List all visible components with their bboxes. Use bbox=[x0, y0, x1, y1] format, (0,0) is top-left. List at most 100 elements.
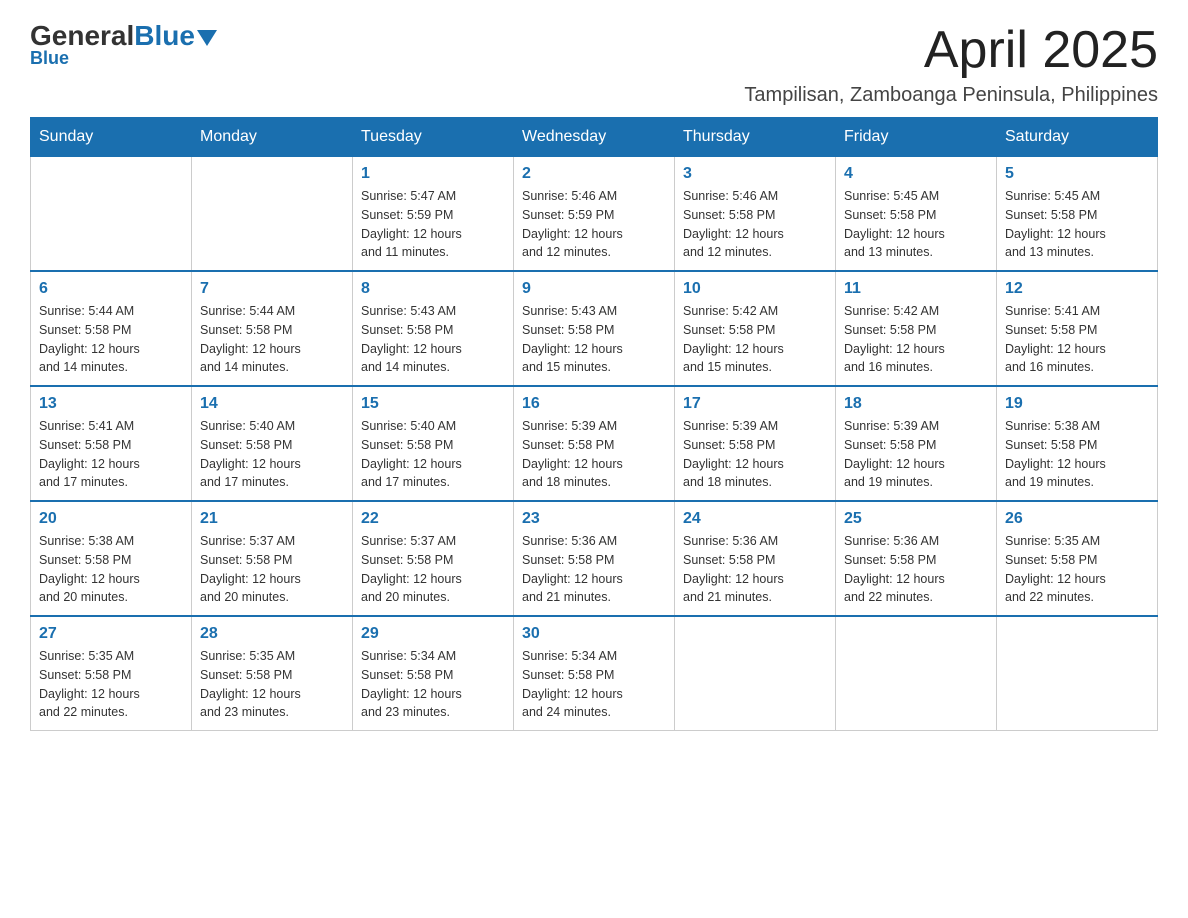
day-number: 21 bbox=[200, 510, 344, 528]
day-info: Sunrise: 5:43 AM Sunset: 5:58 PM Dayligh… bbox=[361, 302, 505, 377]
logo: General Blue Blue bbox=[30, 20, 217, 69]
calendar-week-row: 1 Sunrise: 5:47 AM Sunset: 5:59 PM Daylig… bbox=[31, 157, 1158, 272]
page-header: General Blue Blue April 2025 Tampilisan,… bbox=[30, 20, 1158, 107]
day-number: 7 bbox=[200, 280, 344, 298]
calendar-cell: 14 Sunrise: 5:40 AM Sunset: 5:58 PM Dayli… bbox=[192, 386, 353, 501]
day-info: Sunrise: 5:39 AM Sunset: 5:58 PM Dayligh… bbox=[522, 417, 666, 492]
calendar-cell: 2 Sunrise: 5:46 AM Sunset: 5:59 PM Daylig… bbox=[514, 157, 675, 272]
day-info: Sunrise: 5:35 AM Sunset: 5:58 PM Dayligh… bbox=[200, 647, 344, 722]
calendar-cell: 21 Sunrise: 5:37 AM Sunset: 5:58 PM Dayli… bbox=[192, 501, 353, 616]
calendar-cell: 5 Sunrise: 5:45 AM Sunset: 5:58 PM Daylig… bbox=[997, 157, 1158, 272]
day-info: Sunrise: 5:44 AM Sunset: 5:58 PM Dayligh… bbox=[200, 302, 344, 377]
calendar-cell: 13 Sunrise: 5:41 AM Sunset: 5:58 PM Dayli… bbox=[31, 386, 192, 501]
calendar-cell bbox=[31, 157, 192, 272]
calendar-cell bbox=[997, 616, 1158, 731]
calendar-cell bbox=[192, 157, 353, 272]
calendar-week-row: 20Sunrise: 5:38 AM Sunset: 5:58 PM Dayli… bbox=[31, 501, 1158, 616]
day-info: Sunrise: 5:43 AM Sunset: 5:58 PM Dayligh… bbox=[522, 302, 666, 377]
logo-underline: Blue bbox=[30, 48, 69, 69]
day-number: 16 bbox=[522, 395, 666, 413]
calendar-week-row: 13 Sunrise: 5:41 AM Sunset: 5:58 PM Dayli… bbox=[31, 386, 1158, 501]
calendar-cell: 26 Sunrise: 5:35 AM Sunset: 5:58 PM Dayli… bbox=[997, 501, 1158, 616]
day-info: Sunrise: 5:37 AM Sunset: 5:58 PM Dayligh… bbox=[200, 532, 344, 607]
day-info: Sunrise: 5:42 AM Sunset: 5:58 PM Dayligh… bbox=[683, 302, 827, 377]
day-info: Sunrise: 5:41 AM Sunset: 5:58 PM Dayligh… bbox=[39, 417, 183, 492]
day-info: Sunrise: 5:42 AM Sunset: 5:58 PM Dayligh… bbox=[844, 302, 988, 377]
calendar-cell: 11 Sunrise: 5:42 AM Sunset: 5:58 PM Dayli… bbox=[836, 271, 997, 386]
day-number: 30 bbox=[522, 625, 666, 643]
calendar-cell: 9 Sunrise: 5:43 AM Sunset: 5:58 PM Daylig… bbox=[514, 271, 675, 386]
calendar-cell: 4 Sunrise: 5:45 AM Sunset: 5:58 PM Daylig… bbox=[836, 157, 997, 272]
day-number: 6 bbox=[39, 280, 183, 298]
calendar-cell bbox=[836, 616, 997, 731]
day-number: 18 bbox=[844, 395, 988, 413]
day-number: 27 bbox=[39, 625, 183, 643]
day-info: Sunrise: 5:36 AM Sunset: 5:58 PM Dayligh… bbox=[844, 532, 988, 607]
location-title: Tampilisan, Zamboanga Peninsula, Philipp… bbox=[744, 84, 1158, 107]
logo-blue-text: Blue bbox=[134, 20, 195, 52]
day-info: Sunrise: 5:39 AM Sunset: 5:58 PM Dayligh… bbox=[683, 417, 827, 492]
day-number: 29 bbox=[361, 625, 505, 643]
day-info: Sunrise: 5:34 AM Sunset: 5:58 PM Dayligh… bbox=[522, 647, 666, 722]
day-number: 22 bbox=[361, 510, 505, 528]
calendar-table: SundayMondayTuesdayWednesdayThursdayFrid… bbox=[30, 117, 1158, 731]
day-number: 15 bbox=[361, 395, 505, 413]
title-area: April 2025 Tampilisan, Zamboanga Peninsu… bbox=[744, 20, 1158, 107]
logo-triangle-icon bbox=[197, 30, 217, 46]
day-number: 28 bbox=[200, 625, 344, 643]
calendar-cell: 10 Sunrise: 5:42 AM Sunset: 5:58 PM Dayli… bbox=[675, 271, 836, 386]
day-number: 1 bbox=[361, 165, 505, 183]
calendar-cell: 29 Sunrise: 5:34 AM Sunset: 5:58 PM Dayli… bbox=[353, 616, 514, 731]
day-number: 9 bbox=[522, 280, 666, 298]
day-info: Sunrise: 5:36 AM Sunset: 5:58 PM Dayligh… bbox=[683, 532, 827, 607]
day-number: 8 bbox=[361, 280, 505, 298]
day-number: 10 bbox=[683, 280, 827, 298]
day-number: 5 bbox=[1005, 165, 1149, 183]
month-title: April 2025 bbox=[744, 20, 1158, 80]
day-info: Sunrise: 5:45 AM Sunset: 5:58 PM Dayligh… bbox=[844, 187, 988, 262]
day-number: 23 bbox=[522, 510, 666, 528]
calendar-cell: 24 Sunrise: 5:36 AM Sunset: 5:58 PM Dayli… bbox=[675, 501, 836, 616]
day-info: Sunrise: 5:36 AM Sunset: 5:58 PM Dayligh… bbox=[522, 532, 666, 607]
day-info: Sunrise: 5:46 AM Sunset: 5:59 PM Dayligh… bbox=[522, 187, 666, 262]
calendar-cell: 15Sunrise: 5:40 AM Sunset: 5:58 PM Dayli… bbox=[353, 386, 514, 501]
day-info: Sunrise: 5:38 AM Sunset: 5:58 PM Dayligh… bbox=[39, 532, 183, 607]
day-number: 24 bbox=[683, 510, 827, 528]
calendar-cell: 6 Sunrise: 5:44 AM Sunset: 5:58 PM Daylig… bbox=[31, 271, 192, 386]
day-number: 25 bbox=[844, 510, 988, 528]
calendar-cell: 22Sunrise: 5:37 AM Sunset: 5:58 PM Dayli… bbox=[353, 501, 514, 616]
day-number: 14 bbox=[200, 395, 344, 413]
day-info: Sunrise: 5:46 AM Sunset: 5:58 PM Dayligh… bbox=[683, 187, 827, 262]
calendar-cell: 27 Sunrise: 5:35 AM Sunset: 5:58 PM Dayli… bbox=[31, 616, 192, 731]
day-number: 4 bbox=[844, 165, 988, 183]
calendar-cell: 18 Sunrise: 5:39 AM Sunset: 5:58 PM Dayli… bbox=[836, 386, 997, 501]
calendar-cell: 23 Sunrise: 5:36 AM Sunset: 5:58 PM Dayli… bbox=[514, 501, 675, 616]
day-info: Sunrise: 5:47 AM Sunset: 5:59 PM Dayligh… bbox=[361, 187, 505, 262]
calendar-cell: 25 Sunrise: 5:36 AM Sunset: 5:58 PM Dayli… bbox=[836, 501, 997, 616]
day-info: Sunrise: 5:35 AM Sunset: 5:58 PM Dayligh… bbox=[1005, 532, 1149, 607]
day-number: 2 bbox=[522, 165, 666, 183]
calendar-week-row: 6 Sunrise: 5:44 AM Sunset: 5:58 PM Daylig… bbox=[31, 271, 1158, 386]
day-info: Sunrise: 5:35 AM Sunset: 5:58 PM Dayligh… bbox=[39, 647, 183, 722]
calendar-cell: 30 Sunrise: 5:34 AM Sunset: 5:58 PM Dayli… bbox=[514, 616, 675, 731]
day-number: 12 bbox=[1005, 280, 1149, 298]
calendar-cell: 3 Sunrise: 5:46 AM Sunset: 5:58 PM Daylig… bbox=[675, 157, 836, 272]
calendar-header-sunday: Sunday bbox=[31, 118, 192, 157]
calendar-header-tuesday: Tuesday bbox=[353, 118, 514, 157]
day-info: Sunrise: 5:34 AM Sunset: 5:58 PM Dayligh… bbox=[361, 647, 505, 722]
calendar-header-friday: Friday bbox=[836, 118, 997, 157]
calendar-header-saturday: Saturday bbox=[997, 118, 1158, 157]
day-number: 26 bbox=[1005, 510, 1149, 528]
calendar-week-row: 27 Sunrise: 5:35 AM Sunset: 5:58 PM Dayli… bbox=[31, 616, 1158, 731]
calendar-header-wednesday: Wednesday bbox=[514, 118, 675, 157]
calendar-header-monday: Monday bbox=[192, 118, 353, 157]
day-info: Sunrise: 5:45 AM Sunset: 5:58 PM Dayligh… bbox=[1005, 187, 1149, 262]
day-number: 13 bbox=[39, 395, 183, 413]
calendar-cell: 19Sunrise: 5:38 AM Sunset: 5:58 PM Dayli… bbox=[997, 386, 1158, 501]
day-number: 11 bbox=[844, 280, 988, 298]
day-number: 3 bbox=[683, 165, 827, 183]
day-info: Sunrise: 5:44 AM Sunset: 5:58 PM Dayligh… bbox=[39, 302, 183, 377]
day-info: Sunrise: 5:39 AM Sunset: 5:58 PM Dayligh… bbox=[844, 417, 988, 492]
calendar-cell: 28 Sunrise: 5:35 AM Sunset: 5:58 PM Dayli… bbox=[192, 616, 353, 731]
day-info: Sunrise: 5:40 AM Sunset: 5:58 PM Dayligh… bbox=[200, 417, 344, 492]
